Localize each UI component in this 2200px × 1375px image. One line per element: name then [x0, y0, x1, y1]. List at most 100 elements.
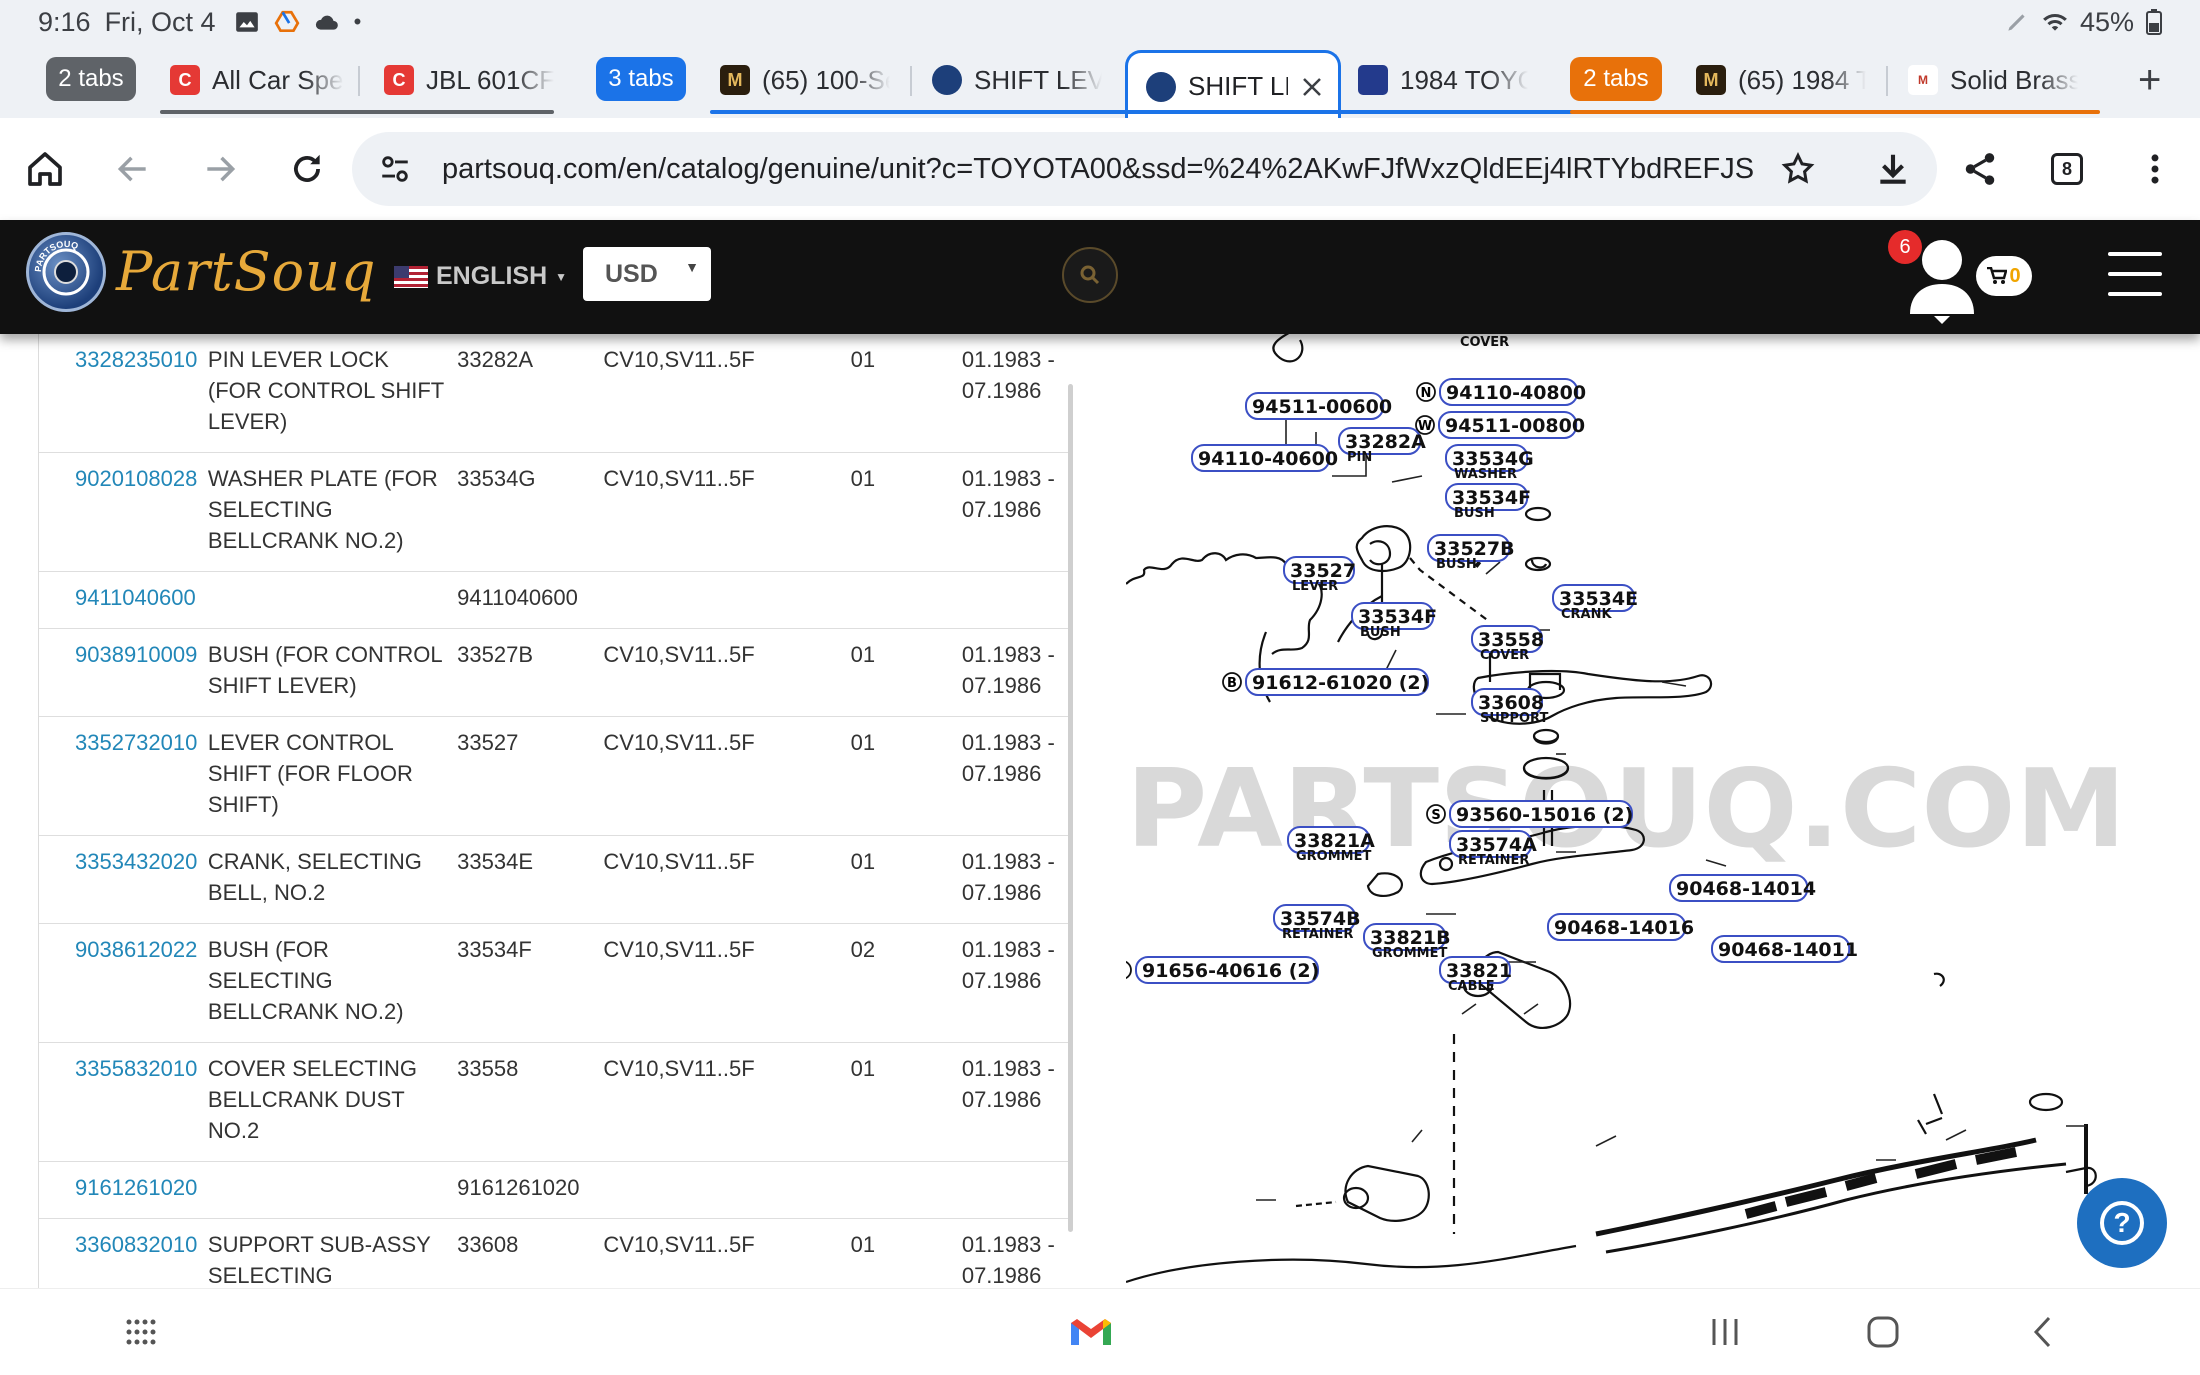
help-button[interactable]: ?	[2077, 1178, 2167, 1268]
callout-7[interactable]: 33527BBUSH	[1427, 534, 1515, 572]
callout-9[interactable]: 33534ECRANK	[1552, 584, 1638, 622]
tab-group-1[interactable]: 2 tabs	[46, 57, 136, 101]
part-number-link[interactable]: 3352732010	[75, 730, 197, 755]
callout-18[interactable]: 33574BRETAINER	[1273, 904, 1361, 942]
cart-button[interactable]: 0	[1976, 256, 2032, 296]
callout-23[interactable]: 33821CABLE	[1439, 956, 1512, 994]
callout-20[interactable]: 33821BGROMMET	[1363, 923, 1451, 961]
callout-19[interactable]: 90468-14016	[1547, 913, 1694, 941]
callout-0[interactable]: N 94110-40800	[1416, 378, 1586, 406]
tab-65-1984-to[interactable]: M (65) 1984 To	[1696, 52, 1866, 108]
callout-16[interactable]: 33574ARETAINER	[1449, 830, 1537, 868]
callout-code[interactable]: 90468-14011	[1718, 939, 1858, 961]
back-nav-button[interactable]	[2018, 1307, 2068, 1357]
hamburger-menu-icon[interactable]	[2108, 252, 2162, 296]
table-row[interactable]: 9161261020 9161261020	[39, 1161, 1069, 1219]
search-button[interactable]	[1062, 247, 1118, 303]
tab-solid-brass[interactable]: M Solid Brass	[1908, 52, 2078, 108]
callout-code[interactable]: 91656-40616 (2)	[1142, 960, 1319, 982]
table-row[interactable]: 3353432020 CRANK, SELECTING BELL, NO.2 335…	[39, 835, 1069, 924]
callout-4[interactable]: 94110-40600	[1191, 444, 1338, 472]
gmail-button[interactable]	[1066, 1307, 1116, 1357]
recents-button[interactable]	[1700, 1307, 1750, 1357]
parts-diagram[interactable]: PARTSOUQ.COM	[1126, 334, 2166, 1288]
table-row[interactable]: 9411040600 9411040600	[39, 571, 1069, 629]
tab-jbl-601cf[interactable]: C JBL 601CF	[384, 52, 554, 108]
callout-17[interactable]: 90468-14014	[1669, 874, 1816, 902]
part-number-link[interactable]: 3355832010	[75, 1056, 197, 1081]
apps-grid-button[interactable]	[116, 1307, 166, 1357]
part-number-link[interactable]: 9038910009	[75, 642, 197, 667]
new-tab-button[interactable]: +	[2138, 58, 2161, 103]
part-qty: 02	[850, 937, 876, 962]
back-button[interactable]	[108, 144, 158, 194]
callout-8[interactable]: 33527LEVER	[1283, 556, 1356, 594]
callout-22[interactable]: B 91656-40616 (2)	[1126, 956, 1319, 984]
part-number-link[interactable]: 3353432020	[75, 849, 197, 874]
callout-code[interactable]: 90468-14016	[1554, 917, 1694, 939]
download-button[interactable]	[1868, 144, 1918, 194]
tab-shift-leve[interactable]: SHIFT LEVE	[932, 52, 1102, 108]
part-number-link[interactable]: 9038612022	[75, 937, 197, 962]
part-name: COVER SELECTING BELLCRANK DUST NO.2	[207, 1056, 417, 1143]
tab-switcher-button[interactable]: 8	[2042, 144, 2092, 194]
caret-down-icon: ▼	[685, 259, 699, 275]
partsouq-logo-icon[interactable]: PARTSOUQ	[26, 232, 106, 312]
callout-1[interactable]: 94511-00600	[1245, 392, 1392, 420]
callout-code[interactable]: 94511-00600	[1252, 396, 1392, 418]
callout-10[interactable]: 33534FBUSH	[1351, 602, 1437, 640]
part-date: 01.1983 - 07.1986	[961, 642, 1055, 698]
table-row[interactable]: 3352732010 LEVER CONTROL SHIFT (FOR FLOOR…	[39, 716, 1069, 836]
callout-code[interactable]: 91612-61020 (2)	[1252, 672, 1429, 694]
home-button[interactable]	[20, 144, 70, 194]
c-logo-icon: C	[170, 65, 200, 95]
tab-1984-toyo[interactable]: 1984 TOYO	[1358, 52, 1528, 108]
callout-13[interactable]: 33608SUPPORT	[1471, 688, 1548, 726]
close-tab-icon[interactable]	[1300, 75, 1324, 99]
site-settings-icon[interactable]	[378, 152, 412, 186]
part-number-link[interactable]: 9020108028	[75, 466, 197, 491]
part-number-link[interactable]: 3328235010	[75, 347, 197, 372]
address-bar[interactable]: partsouq.com/en/catalog/genuine/unit?c=T…	[352, 132, 1937, 206]
callout-6[interactable]: 33534FBUSH	[1445, 483, 1531, 521]
part-number-link[interactable]: 9411040600	[75, 585, 196, 610]
callout-5[interactable]: 33534GWASHER	[1445, 444, 1534, 482]
callout-code[interactable]: 90468-14014	[1676, 878, 1816, 900]
callout-15[interactable]: 33821AGROMMET	[1287, 826, 1375, 864]
part-number-link[interactable]: 3360832010	[75, 1232, 197, 1257]
table-row[interactable]: 9038612022 BUSH (FOR SELECTING BELLCRANK …	[39, 923, 1069, 1043]
table-row[interactable]: 9020108028 WASHER PLATE (FOR SELECTING BE…	[39, 452, 1069, 572]
table-row[interactable]: 3328235010 PIN LEVER LOCK (FOR CONTROL SH…	[39, 334, 1069, 453]
table-scrollbar[interactable]	[1068, 384, 1073, 1232]
forward-button[interactable]	[195, 144, 245, 194]
tab-all-car-spe[interactable]: C All Car Spe	[170, 52, 350, 108]
callout-code[interactable]: 93560-15016 (2)	[1456, 804, 1633, 826]
callout-code[interactable]: 94110-40800	[1446, 382, 1586, 404]
part-number-link[interactable]: 9161261020	[75, 1175, 197, 1200]
home-nav-button[interactable]	[1858, 1307, 1908, 1357]
callout-3[interactable]: 33282APIN	[1338, 427, 1426, 465]
callout-14[interactable]: S 93560-15016 (2)	[1426, 800, 1633, 828]
callout-code[interactable]: 94511-00800	[1445, 415, 1585, 437]
table-row[interactable]: 3355832010 COVER SELECTING BELLCRANK DUST…	[39, 1042, 1069, 1162]
arrow-left-icon	[117, 156, 146, 182]
callout-code[interactable]: 94110-40600	[1198, 448, 1338, 470]
menu-button[interactable]	[2130, 144, 2180, 194]
callout-12[interactable]: B 91612-61020 (2)	[1222, 668, 1429, 696]
tab-group-2[interactable]: 3 tabs	[596, 57, 686, 101]
share-button[interactable]	[1955, 144, 2005, 194]
language-select[interactable]: ENGLISH ▼	[394, 262, 567, 291]
reload-button[interactable]	[282, 144, 332, 194]
bookmark-star-icon[interactable]	[1780, 151, 1816, 187]
table-row[interactable]: 3360832010 SUPPORT SUB-ASSY SELECTING BEL…	[39, 1218, 1069, 1288]
currency-select[interactable]: USD ▼	[583, 247, 711, 301]
site-header: PARTSOUQ PartSouq ENGLISH ▼ USD ▼ 6 0	[0, 220, 2200, 334]
tab-group-3[interactable]: 2 tabs	[1570, 57, 1662, 101]
callout-21[interactable]: 90468-14011	[1711, 935, 1858, 963]
callout-11[interactable]: 33558COVER	[1471, 625, 1544, 663]
callout-2[interactable]: W 94511-00800	[1415, 411, 1585, 439]
callout-24[interactable]: COVER	[1460, 335, 1509, 350]
site-logo-text[interactable]: PartSouq	[116, 240, 376, 303]
table-row[interactable]: 9038910009 BUSH (FOR CONTROL SHIFT LEVER)…	[39, 628, 1069, 717]
tab-65-100-se[interactable]: M (65) 100-Se	[720, 52, 890, 108]
